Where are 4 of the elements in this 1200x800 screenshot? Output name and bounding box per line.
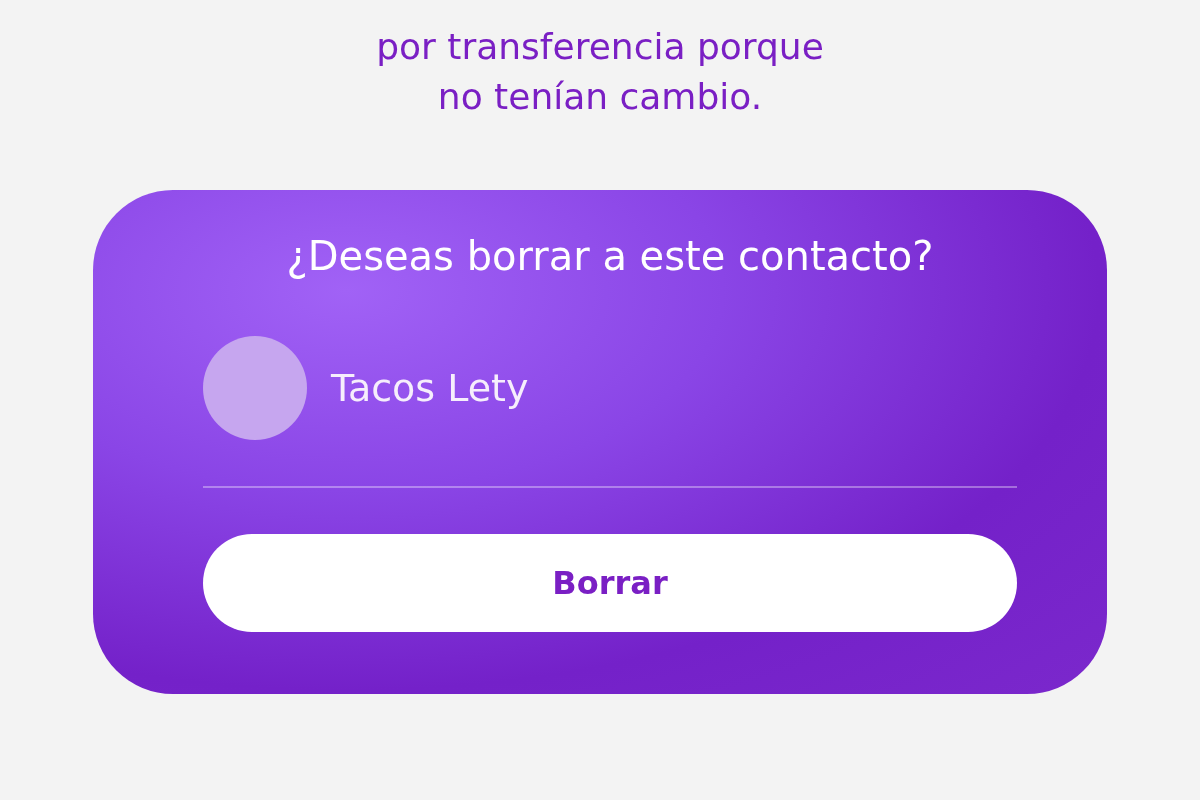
- contact-name: Tacos Lety: [331, 366, 529, 410]
- delete-button[interactable]: Borrar: [203, 534, 1017, 632]
- message-text: por transferencia porque no tenían cambio.: [376, 25, 824, 119]
- dialog-title: ¿Deseas borrar a este contacto?: [285, 232, 935, 281]
